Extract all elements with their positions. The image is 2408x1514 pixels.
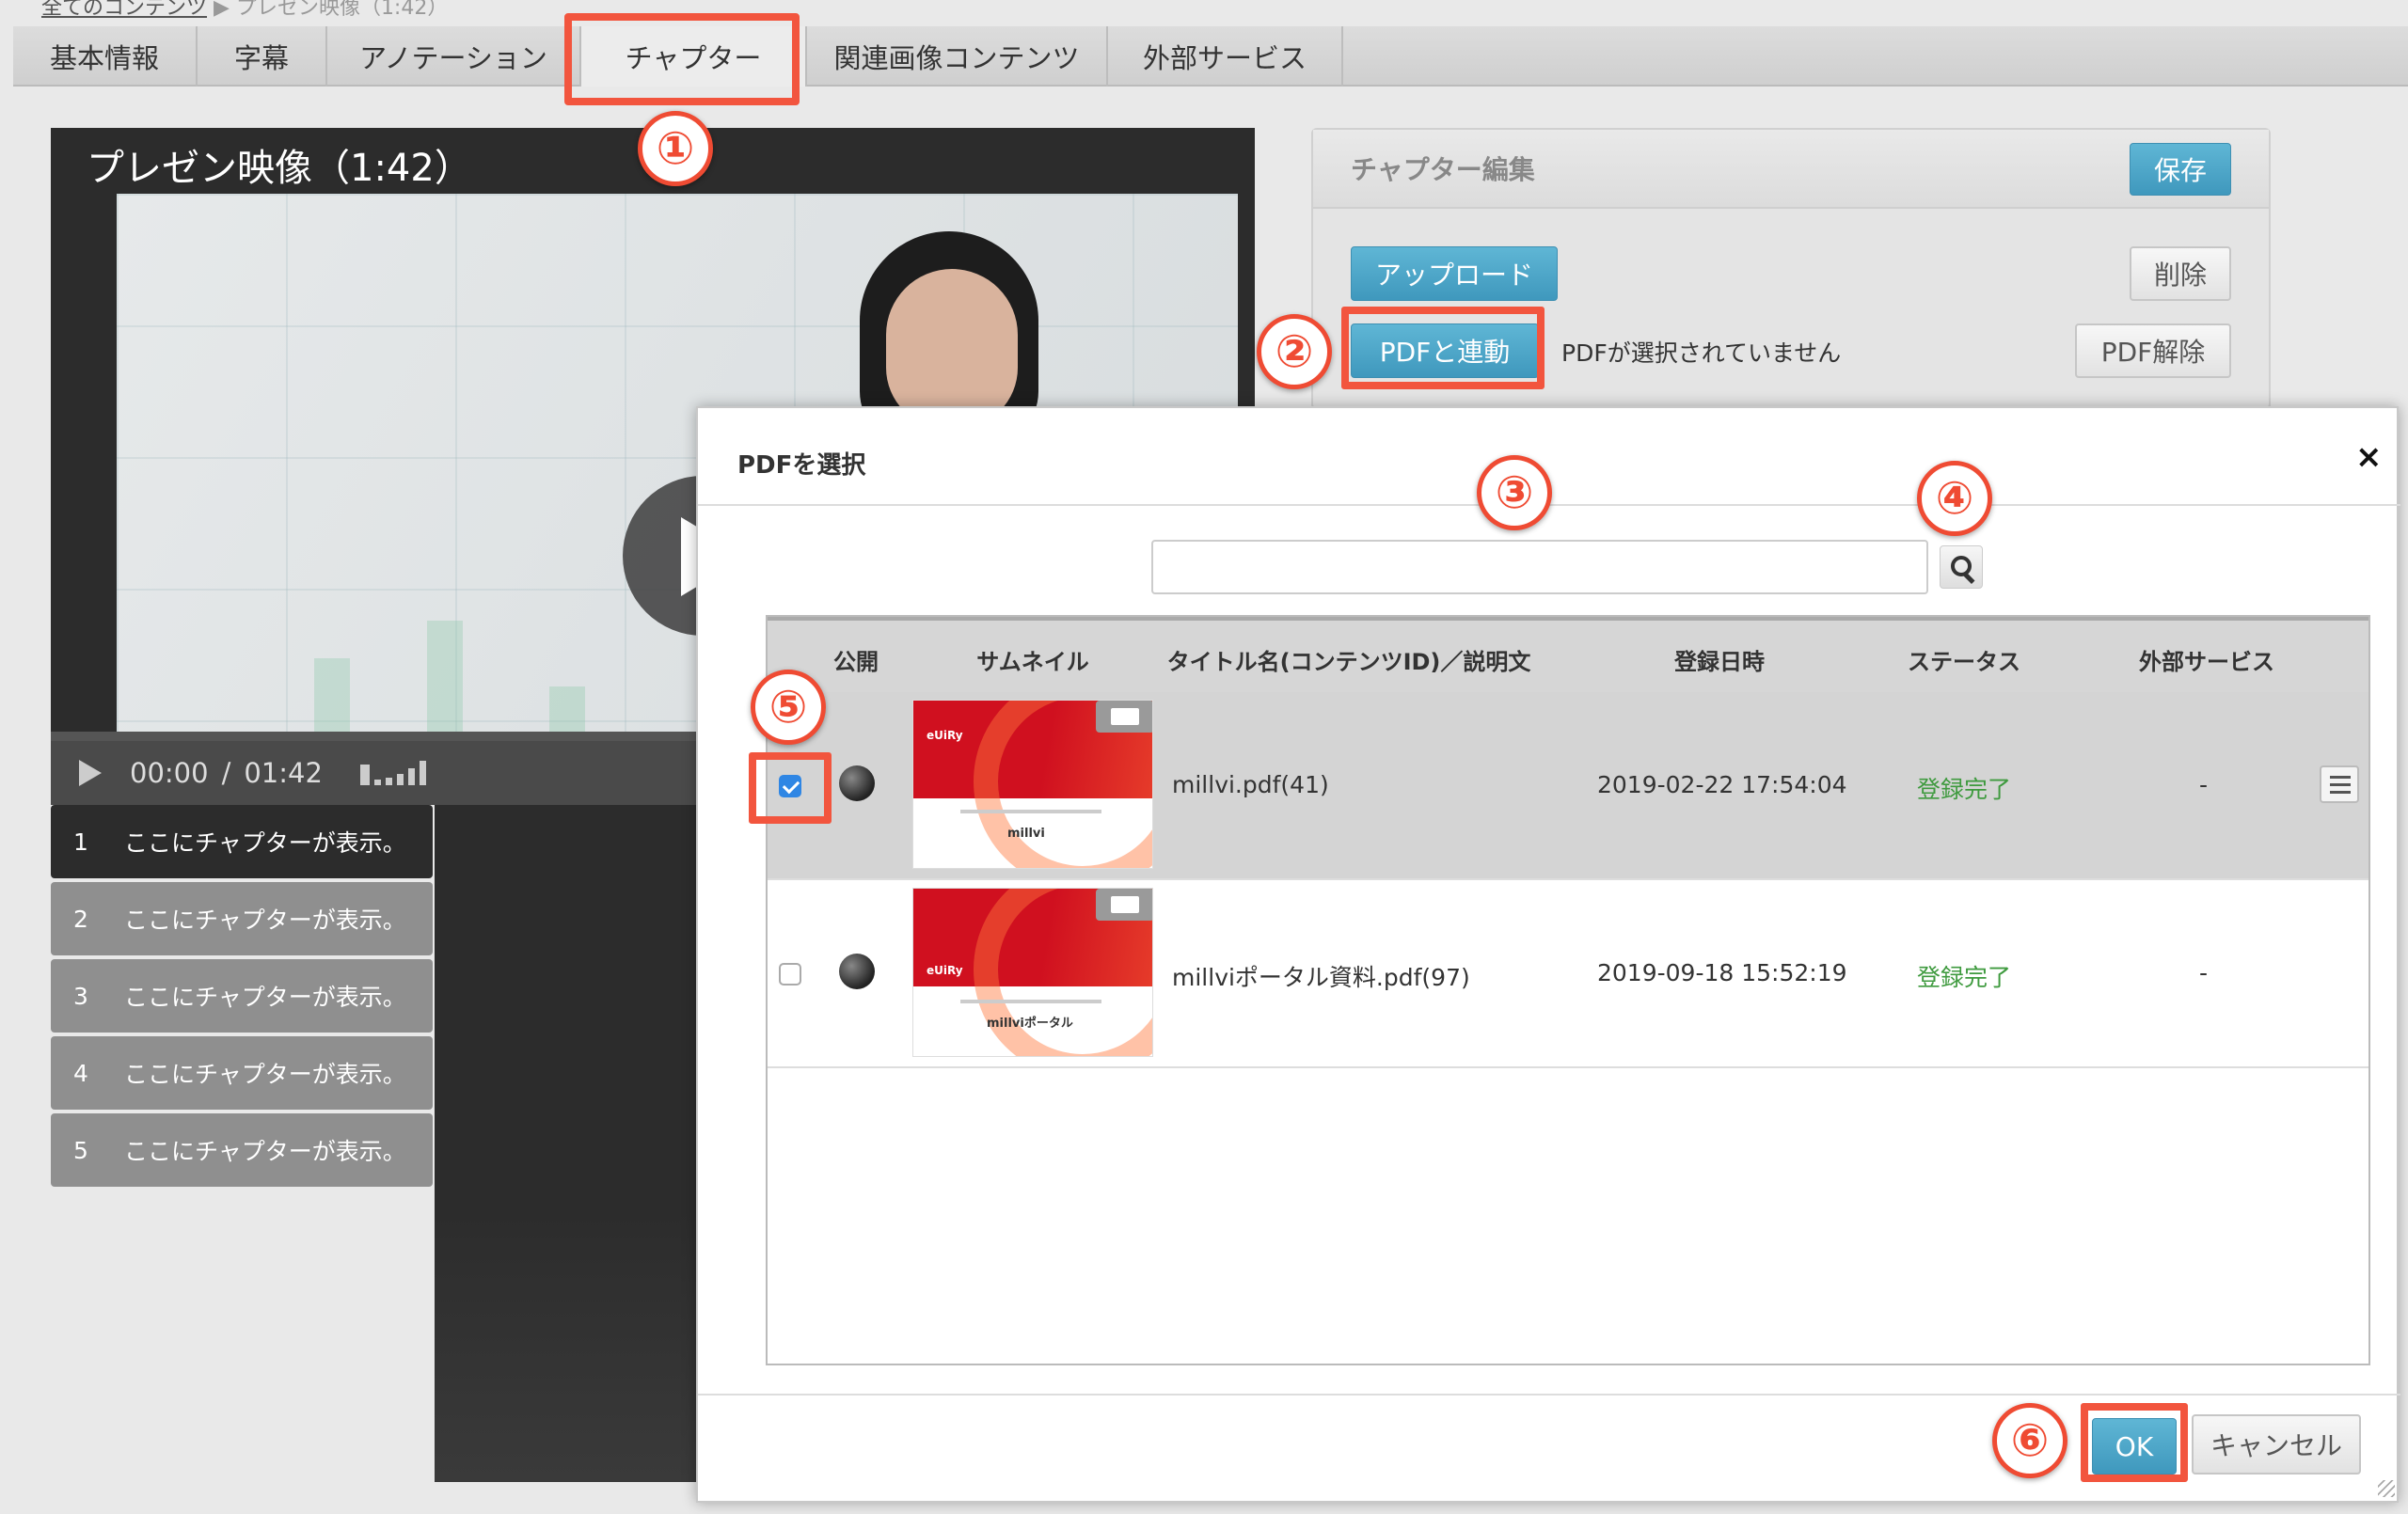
thumbnail-brand: millvi — [1007, 827, 1045, 841]
search-input[interactable] — [1151, 540, 1928, 594]
chapter-number: 4 — [73, 1059, 88, 1087]
chapter-label: ここにチャプターが表示。 — [124, 829, 406, 857]
table-row[interactable]: eUiRy millvi millvi.pdf(41) 2019-02-22 1… — [768, 692, 2368, 880]
chapter-label: ここにチャプターが表示。 — [124, 1061, 406, 1088]
thumbnail-logo: eUiRy — [927, 729, 963, 742]
chapter-number: 2 — [73, 905, 88, 933]
tab-external-services[interactable]: 外部サービス — [1108, 26, 1343, 87]
tab-subtitles[interactable]: 字幕 — [198, 26, 327, 87]
row-checkbox[interactable] — [779, 963, 801, 986]
row-status: 登録完了 — [1917, 964, 2012, 991]
chapter-label: ここにチャプターが表示。 — [124, 907, 406, 934]
thumbnail-brand: millviポータル — [987, 1017, 1073, 1031]
breadcrumb: 全てのコンテンツ ▶ プレゼン映像（1:42） — [41, 0, 448, 21]
tab-bar: 基本情報 字幕 アノテーション チャプター 関連画像コンテンツ 外部サービス — [13, 26, 2408, 87]
step-marker-3: ③ — [1477, 455, 1552, 530]
search-icon[interactable] — [1940, 545, 1983, 589]
dialog-title: PDFを選択 — [737, 451, 866, 480]
chapter-number: 3 — [73, 982, 88, 1010]
column-header-status: ステータス — [1908, 649, 2020, 675]
chapter-label: ここにチャプターが表示。 — [124, 984, 406, 1011]
highlight-ok-button — [2081, 1403, 2188, 1482]
chapter-item[interactable]: 1 ここにチャプターが表示。 — [51, 805, 433, 878]
highlight-pdf-link — [1341, 307, 1545, 389]
table-row[interactable]: eUiRy millviポータル millviポータル資料.pdf(97) 20… — [768, 880, 2368, 1068]
highlight-chapter-tab — [564, 13, 800, 105]
row-title: millviポータル資料.pdf(97) — [1172, 964, 1470, 991]
chapter-item[interactable]: 5 ここにチャプターが表示。 — [51, 1113, 433, 1187]
time-separator: / — [221, 757, 231, 789]
pdf-thumbnail: eUiRy millvi — [912, 700, 1153, 869]
upload-button[interactable]: アップロード — [1351, 246, 1558, 301]
chapter-number: 1 — [73, 828, 88, 856]
delete-button[interactable]: 削除 — [2130, 246, 2231, 301]
column-header-title: タイトル名(コンテンツID)／説明文 — [1166, 649, 1531, 675]
chapter-preview-panel — [435, 805, 717, 1482]
document-icon — [1096, 889, 1152, 921]
tab-annotation[interactable]: アノテーション — [327, 26, 581, 87]
tab-basic-info[interactable]: 基本情報 — [13, 26, 198, 87]
list-icon[interactable] — [2320, 765, 2359, 803]
chapter-number: 5 — [73, 1136, 88, 1164]
chapter-item[interactable]: 3 ここにチャプターが表示。 — [51, 959, 433, 1033]
row-external: - — [2199, 959, 2209, 986]
chapter-item[interactable]: 4 ここにチャプターが表示。 — [51, 1036, 433, 1110]
thumbnail-logo: eUiRy — [927, 964, 963, 977]
close-icon[interactable]: × — [2355, 438, 2383, 476]
step-marker-1: ① — [638, 111, 713, 186]
pdf-status-text: PDFが選択されていません — [1561, 339, 1842, 367]
step-marker-5: ⑤ — [751, 670, 826, 745]
breadcrumb-current: プレゼン映像（1:42） — [235, 0, 449, 20]
chapter-edit-title: チャプター編集 — [1313, 130, 2269, 209]
step-marker-4: ④ — [1917, 461, 1992, 536]
globe-icon — [839, 954, 875, 989]
tab-related-images[interactable]: 関連画像コンテンツ — [807, 26, 1108, 87]
cancel-button[interactable]: キャンセル — [2192, 1414, 2361, 1475]
video-title: プレゼン映像（1:42） — [87, 147, 472, 190]
document-icon — [1096, 701, 1152, 733]
duration: 01:42 — [244, 757, 323, 789]
highlight-checkbox — [749, 752, 832, 824]
pdf-select-dialog: PDFを選択 × 公開 サムネイル タイトル名(コンテンツID)／説明文 登録日… — [696, 406, 2400, 1503]
breadcrumb-separator: ▶ — [214, 0, 230, 20]
volume-icon[interactable] — [359, 761, 426, 785]
chapter-list: 1 ここにチャプターが表示。 2 ここにチャプターが表示。 3 ここにチャプター… — [51, 805, 433, 1191]
chapter-label: ここにチャプターが表示。 — [124, 1138, 406, 1165]
row-date: 2019-02-22 17:54:04 — [1597, 771, 1847, 798]
row-title: millvi.pdf(41) — [1172, 771, 1329, 798]
save-button[interactable]: 保存 — [2130, 143, 2231, 196]
pdf-unlink-button[interactable]: PDF解除 — [2075, 323, 2231, 378]
globe-icon — [839, 765, 875, 801]
current-time: 00:00 — [130, 757, 209, 789]
row-date: 2019-09-18 15:52:19 — [1597, 959, 1847, 986]
table-header: 公開 サムネイル タイトル名(コンテンツID)／説明文 登録日時 ステータス 外… — [768, 617, 2368, 692]
row-external: - — [2199, 771, 2209, 798]
step-marker-2: ② — [1257, 314, 1332, 389]
breadcrumb-root-link[interactable]: 全てのコンテンツ — [41, 0, 207, 20]
control-play-icon[interactable] — [79, 760, 102, 786]
chapter-item[interactable]: 2 ここにチャプターが表示。 — [51, 882, 433, 955]
pdf-thumbnail: eUiRy millviポータル — [912, 888, 1153, 1057]
column-header-external: 外部サービス — [2139, 649, 2274, 675]
column-header-thumbnail: サムネイル — [976, 649, 1089, 675]
column-header-date: 登録日時 — [1674, 649, 1765, 675]
column-header-public: 公開 — [833, 649, 879, 675]
pdf-table: 公開 サムネイル タイトル名(コンテンツID)／説明文 登録日時 ステータス 外… — [766, 615, 2370, 1365]
step-marker-6: ⑥ — [1992, 1403, 2067, 1478]
row-status: 登録完了 — [1917, 776, 2012, 803]
resize-grip-icon[interactable] — [2378, 1480, 2395, 1497]
divider — [698, 1394, 2400, 1396]
